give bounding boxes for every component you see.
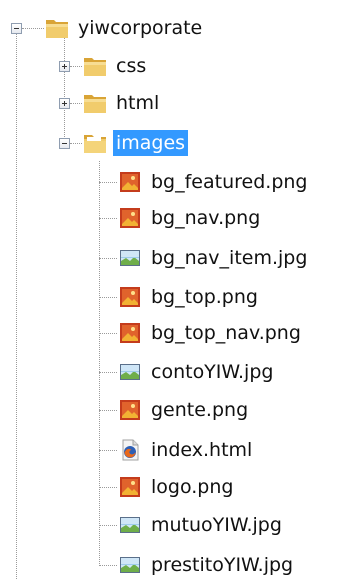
tree-item-label: index.html — [151, 439, 253, 461]
tree-item-label: prestitoYIW.jpg — [151, 554, 294, 576]
jpg-file-icon — [120, 517, 140, 533]
tree-item-label: contoYIW.jpg — [151, 361, 274, 383]
tree-item-label: logo.png — [151, 476, 234, 498]
tree-item-file[interactable]: prestitoYIW.jpg — [118, 548, 296, 582]
tree-connector — [99, 258, 117, 259]
expand-toggle[interactable] — [59, 61, 70, 72]
tree-connector — [99, 410, 117, 411]
png-file-icon — [120, 208, 140, 228]
folder-icon — [46, 20, 68, 38]
collapse-toggle[interactable] — [11, 23, 22, 34]
tree-connector — [99, 450, 117, 451]
tree-item-label: css — [116, 55, 147, 77]
tree-item-file[interactable]: bg_top.png — [118, 280, 261, 314]
tree-item-label: bg_featured.png — [151, 171, 308, 193]
tree-item-file[interactable]: index.html — [118, 433, 255, 467]
collapse-toggle[interactable] — [59, 138, 70, 149]
tree-connector — [64, 28, 65, 143]
png-file-icon — [120, 400, 140, 420]
jpg-file-icon — [120, 364, 140, 380]
tree-item-file[interactable]: bg_top_nav.png — [118, 316, 304, 350]
png-file-icon — [120, 287, 140, 307]
tree-item-label: html — [116, 92, 160, 114]
tree-connector — [99, 297, 117, 298]
tree-item-label: bg_top_nav.png — [151, 322, 301, 344]
png-file-icon — [120, 477, 140, 497]
tree-item-folder-selected[interactable]: images — [83, 126, 189, 160]
tree-connector — [22, 28, 44, 29]
tree-connector — [70, 143, 82, 144]
jpg-file-icon — [120, 250, 140, 266]
tree-connector — [99, 161, 100, 566]
tree-item-folder[interactable]: css — [83, 49, 149, 83]
tree-item-label: bg_nav_item.jpg — [151, 247, 308, 269]
tree-item-file[interactable]: gente.png — [118, 393, 251, 427]
tree-item-folder[interactable]: html — [83, 86, 162, 120]
jpg-file-icon — [120, 557, 140, 573]
tree-item-file[interactable]: bg_nav.png — [118, 201, 263, 235]
tree-item-label: mutuoYIW.jpg — [151, 514, 282, 536]
tree-connector — [70, 103, 82, 104]
tree-connector — [99, 487, 117, 488]
file-tree: yiwcorporate css html images bg_featured… — [0, 0, 356, 579]
tree-item-label: yiwcorporate — [78, 17, 203, 39]
tree-connector — [99, 182, 117, 183]
tree-connector — [16, 28, 17, 579]
tree-connector — [99, 525, 117, 526]
tree-connector — [99, 565, 117, 566]
folder-icon — [84, 58, 106, 76]
tree-connector — [99, 333, 117, 334]
tree-item-root[interactable]: yiwcorporate — [45, 11, 205, 45]
png-file-icon — [120, 172, 140, 192]
tree-item-label: bg_top.png — [151, 286, 258, 308]
tree-connector — [99, 218, 117, 219]
tree-item-label: bg_nav.png — [151, 207, 261, 229]
tree-item-file[interactable]: contoYIW.jpg — [118, 355, 276, 389]
png-file-icon — [120, 323, 140, 343]
tree-item-label: gente.png — [151, 399, 249, 421]
tree-item-file[interactable]: bg_featured.png — [118, 165, 310, 199]
tree-connector — [99, 372, 117, 373]
folder-icon — [84, 95, 106, 113]
folder-open-icon — [84, 135, 106, 153]
firefox-html-file-icon — [122, 439, 139, 461]
tree-item-label: images — [113, 130, 189, 156]
tree-item-file[interactable]: logo.png — [118, 470, 236, 504]
tree-connector — [70, 66, 82, 67]
expand-toggle[interactable] — [59, 98, 70, 109]
tree-item-file[interactable]: bg_nav_item.jpg — [118, 241, 310, 275]
tree-item-file[interactable]: mutuoYIW.jpg — [118, 508, 285, 542]
